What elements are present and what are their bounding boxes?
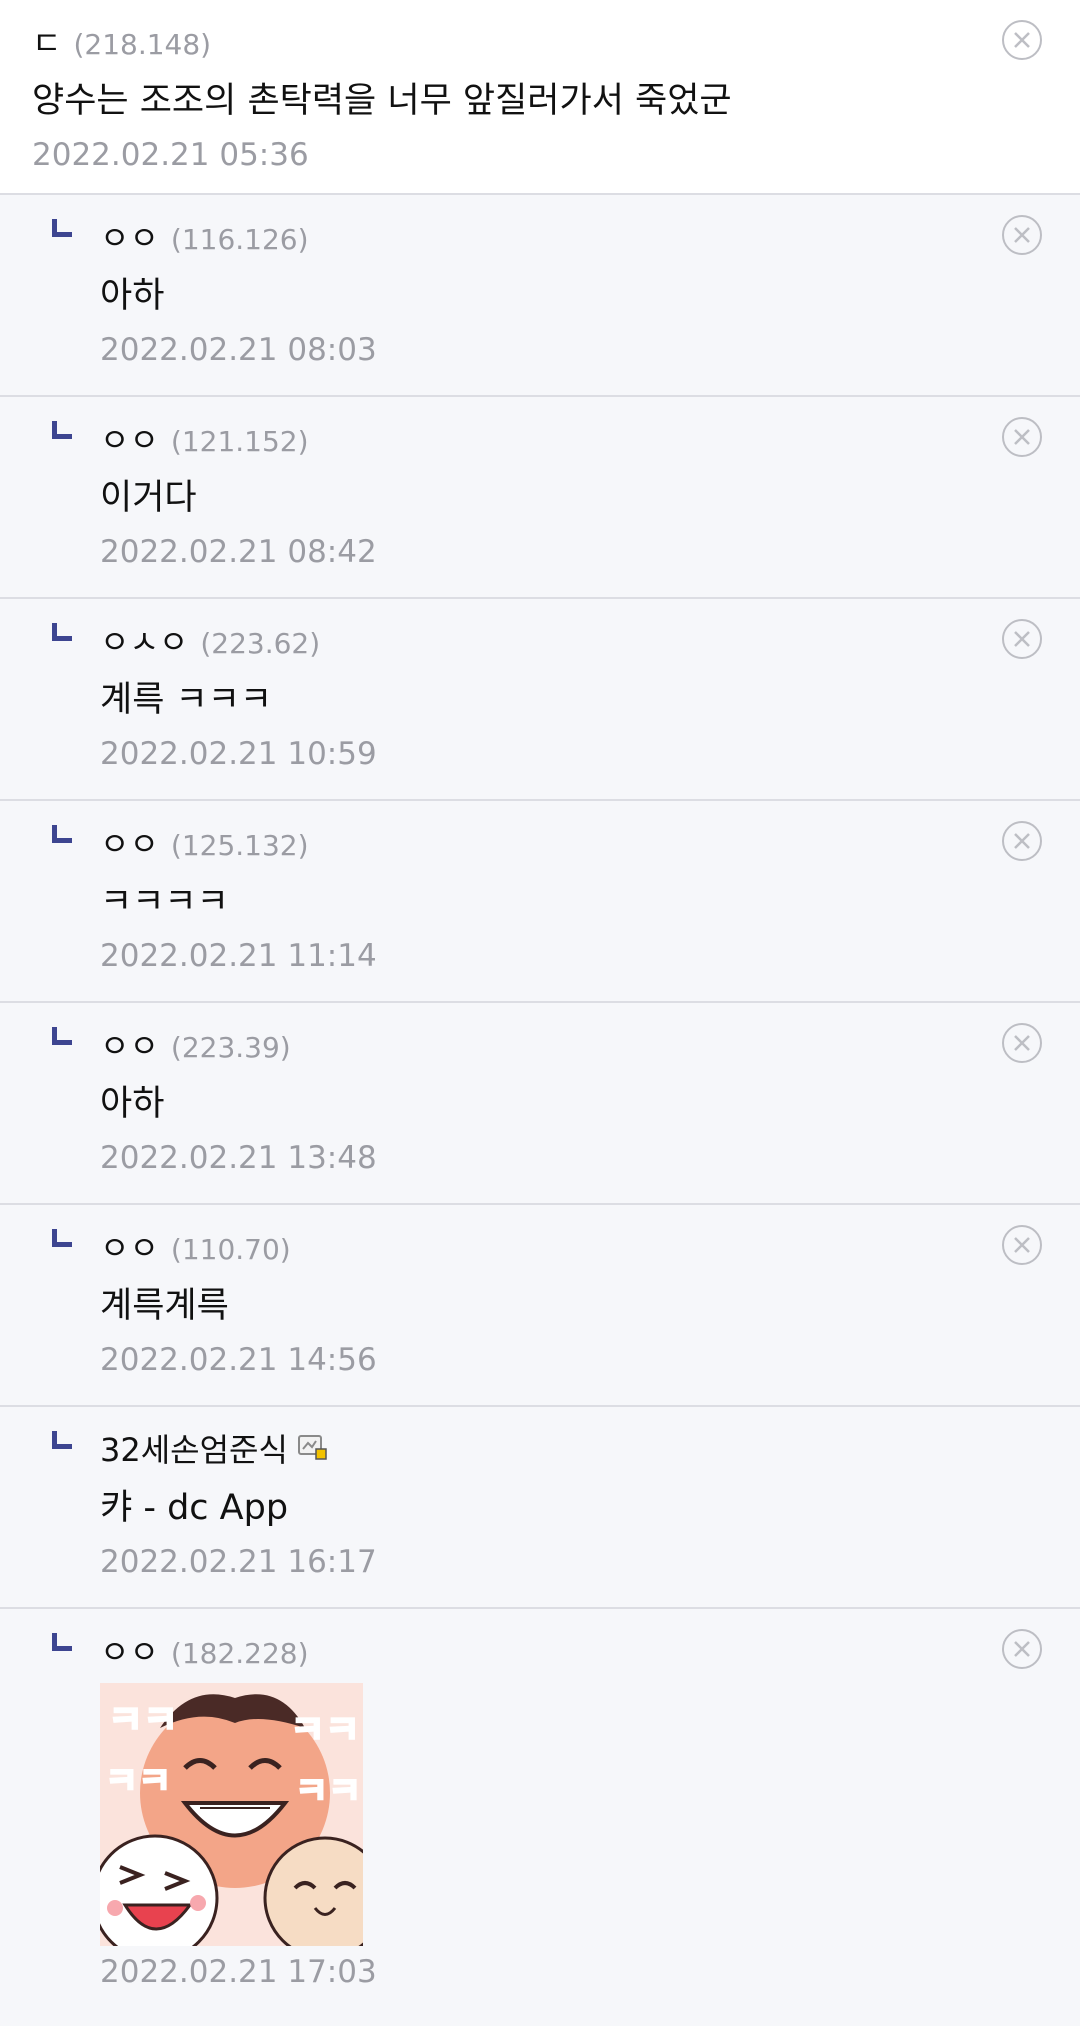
comment-ip: (223.39) [170, 1031, 291, 1064]
comment-item: ㄷ (218.148) 양수는 조조의 촌탁력을 너무 앞질러가서 죽었군 20… [0, 0, 1080, 195]
comment-ip: (116.126) [170, 223, 309, 256]
comment-header: ㅇㅇ (110.70) [100, 1223, 1080, 1267]
reply-arrow-icon [52, 1431, 72, 1449]
comment-nickname[interactable]: ㅇㅇ [100, 213, 159, 259]
comment-header: ㄷ (218.148) [32, 18, 1080, 62]
comment-text: 아하 [100, 276, 165, 316]
sticker-text: ㅋㅋ [108, 1698, 178, 1742]
comment-nickname[interactable]: ㅇㅇ [100, 1627, 159, 1673]
close-icon [1014, 833, 1030, 849]
delete-comment-button[interactable] [1002, 619, 1042, 659]
sticker-text: ㅋㅋ [290, 1708, 360, 1752]
comment-date: 2022.02.21 13:48 [100, 1140, 377, 1176]
comment-text: 캬 - dc App [100, 1488, 289, 1528]
comment-ip: (121.152) [170, 425, 309, 458]
reply-item: ㅇㅇ (121.152) 이거다 2022.02.21 08:42 [0, 397, 1080, 599]
comment-date: 2022.02.21 05:36 [32, 137, 309, 173]
reply-arrow-icon [52, 219, 72, 237]
comment-date: 2022.02.21 08:42 [100, 534, 377, 570]
close-icon [1014, 631, 1030, 647]
close-icon [1014, 227, 1030, 243]
laughing-sticker-image: ㅋㅋ ㅋㅋ ㅋㅋ ㅋㅋ [100, 1683, 363, 1946]
comment-nickname[interactable]: 32세손엄준식 [100, 1425, 288, 1471]
comment-header: 32세손엄준식 [100, 1425, 1080, 1469]
comment-ip: (110.70) [170, 1233, 291, 1266]
sticker-text: ㅋㅋ [295, 1771, 361, 1812]
sticker-text: ㅋㅋ [105, 1761, 171, 1802]
reply-item: ㅇㅇ (116.126) 아하 2022.02.21 08:03 [0, 195, 1080, 397]
comment-text: 아하 [100, 1084, 165, 1124]
reply-item: ㅇㅇ (223.39) 아하 2022.02.21 13:48 [0, 1003, 1080, 1205]
close-icon [1014, 32, 1030, 48]
comment-date: 2022.02.21 10:59 [100, 736, 377, 772]
close-icon [1014, 1237, 1030, 1253]
comment-header: ㅇㅇ (125.132) [100, 819, 1080, 863]
comment-date: 2022.02.21 16:17 [100, 1544, 377, 1580]
comment-ip: (223.62) [200, 627, 321, 660]
reply-arrow-icon [52, 1229, 72, 1247]
comment-text: 계륵계륵 [100, 1286, 229, 1326]
comment-date: 2022.02.21 14:56 [100, 1342, 377, 1378]
gallog-icon[interactable] [297, 1435, 328, 1461]
reply-arrow-icon [52, 825, 72, 843]
close-icon [1014, 1641, 1030, 1657]
reply-item: 32세손엄준식 캬 - dc App 2022.02.21 16:17 [0, 1407, 1080, 1609]
comment-text: 양수는 조조의 촌탁력을 너무 앞질러가서 죽었군 [32, 81, 732, 121]
delete-comment-button[interactable] [1002, 1629, 1042, 1669]
delete-comment-button[interactable] [1002, 417, 1042, 457]
comment-nickname[interactable]: ㅇㅇ [100, 415, 159, 461]
comment-date: 2022.02.21 17:03 [100, 1954, 377, 1990]
comment-nickname[interactable]: ㅇㅅㅇ [100, 617, 188, 663]
reply-item: ㅇㅇ (182.228) ㅋㅋ ㅋㅋ ㅋㅋ ㅋㅋ 2022.02.21 17:0… [0, 1609, 1080, 2026]
delete-comment-button[interactable] [1002, 1023, 1042, 1063]
reply-item: ㅇㅇ (110.70) 계륵계륵 2022.02.21 14:56 [0, 1205, 1080, 1407]
comment-header: ㅇㅅㅇ (223.62) [100, 617, 1080, 661]
comment-header: ㅇㅇ (223.39) [100, 1021, 1080, 1065]
comment-nickname[interactable]: ㅇㅇ [100, 1021, 159, 1067]
comment-ip: (218.148) [73, 28, 212, 61]
comment-text: 계륵 ㅋㅋㅋ [100, 680, 273, 720]
comment-header: ㅇㅇ (182.228) [100, 1627, 1080, 1671]
reply-arrow-icon [52, 623, 72, 641]
reply-arrow-icon [52, 1027, 72, 1045]
reply-item: ㅇㅇ (125.132) ㅋㅋㅋㅋ 2022.02.21 11:14 [0, 801, 1080, 1003]
comment-nickname[interactable]: ㄷ [32, 18, 61, 64]
delete-comment-button[interactable] [1002, 20, 1042, 60]
delete-comment-button[interactable] [1002, 821, 1042, 861]
comment-date: 2022.02.21 11:14 [100, 938, 377, 974]
comment-date: 2022.02.21 08:03 [100, 332, 377, 368]
close-icon [1014, 429, 1030, 445]
comment-ip: (125.132) [170, 829, 309, 862]
comment-header: ㅇㅇ (116.126) [100, 213, 1080, 257]
comment-text: ㅋㅋㅋㅋ [100, 882, 229, 922]
comment-nickname[interactable]: ㅇㅇ [100, 819, 159, 865]
delete-comment-button[interactable] [1002, 1225, 1042, 1265]
reply-arrow-icon [52, 421, 72, 439]
comment-ip: (182.228) [170, 1637, 309, 1670]
delete-comment-button[interactable] [1002, 215, 1042, 255]
reply-arrow-icon [52, 1633, 72, 1651]
comment-text: 이거다 [100, 478, 197, 518]
close-icon [1014, 1035, 1030, 1051]
comment-nickname[interactable]: ㅇㅇ [100, 1223, 159, 1269]
comment-header: ㅇㅇ (121.152) [100, 415, 1080, 459]
reply-item: ㅇㅅㅇ (223.62) 계륵 ㅋㅋㅋ 2022.02.21 10:59 [0, 599, 1080, 801]
